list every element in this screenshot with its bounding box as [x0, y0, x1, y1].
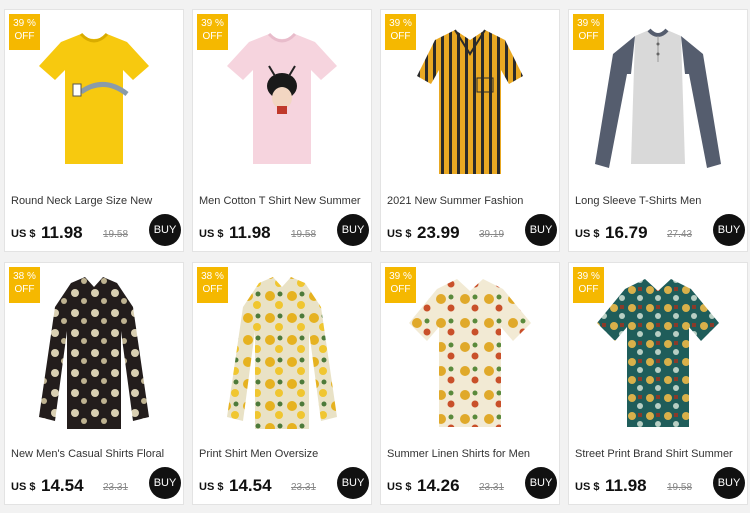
current-price: 11.98: [229, 223, 271, 242]
product-grid: 39 % OFF Round Neck Large Size New US $ …: [0, 0, 750, 513]
original-price: 23.31: [291, 482, 317, 493]
buy-button[interactable]: BUY: [525, 214, 557, 246]
discount-off: OFF: [390, 31, 411, 42]
current-price: 14.54: [229, 476, 272, 495]
discount-number: 39: [389, 271, 401, 282]
discount-off: OFF: [202, 31, 223, 42]
currency-label: US $: [199, 481, 224, 493]
discount-badge: 39 % OFF: [385, 14, 416, 50]
buy-button[interactable]: BUY: [337, 214, 369, 246]
product-title[interactable]: Print Shirt Men Oversize: [199, 448, 371, 460]
buy-button[interactable]: BUY: [149, 214, 181, 246]
discount-unit: %: [591, 18, 600, 29]
product-title[interactable]: New Men's Casual Shirts Floral: [11, 448, 183, 460]
product-title[interactable]: Men Cotton T Shirt New Summer: [199, 195, 371, 207]
buy-button[interactable]: BUY: [525, 467, 557, 499]
buy-button[interactable]: BUY: [337, 467, 369, 499]
price-row: US $ 16.79 27.43 BUY: [575, 214, 745, 246]
buy-button[interactable]: BUY: [713, 467, 745, 499]
currency-label: US $: [11, 228, 36, 240]
discount-badge: 39 % OFF: [573, 14, 604, 50]
price-row: US $ 11.98 19.58 BUY: [199, 214, 369, 246]
original-price: 19.58: [103, 229, 129, 240]
product-card[interactable]: 38 % OFF New Men's Casual Shirts Floral …: [4, 262, 184, 505]
currency-label: US $: [387, 481, 412, 493]
discount-percent: 39 %: [197, 17, 228, 30]
original-price: 19.58: [667, 482, 693, 493]
discount-percent: 39 %: [573, 270, 604, 283]
discount-unit: %: [403, 271, 412, 282]
buy-button[interactable]: BUY: [713, 214, 745, 246]
price-row: US $ 14.54 23.31 BUY: [199, 467, 369, 499]
product-card[interactable]: 39 % OFF Street Print Brand Shirt Summer…: [568, 262, 748, 505]
product-card[interactable]: 38 % OFF Print Shirt Men Oversize US $ 1…: [192, 262, 372, 505]
price-row: US $ 23.99 39.19 BUY: [387, 214, 557, 246]
discount-percent: 39 %: [573, 17, 604, 30]
discount-number: 38: [201, 271, 213, 282]
product-card[interactable]: 39 % OFF Men Cotton T Shirt New Summer U…: [192, 9, 372, 252]
current-price: 14.54: [41, 476, 84, 495]
currency-label: US $: [199, 228, 224, 240]
discount-unit: %: [215, 18, 224, 29]
currency-label: US $: [11, 481, 36, 493]
discount-badge: 38 % OFF: [197, 267, 228, 303]
current-price: 11.98: [41, 223, 83, 242]
discount-off: OFF: [578, 284, 599, 295]
currency-label: US $: [387, 228, 412, 240]
current-price: 14.26: [417, 476, 460, 495]
discount-percent: 39 %: [385, 17, 416, 30]
discount-number: 39: [577, 271, 589, 282]
product-card[interactable]: 39 % OFF Round Neck Large Size New US $ …: [4, 9, 184, 252]
discount-off: OFF: [202, 284, 223, 295]
discount-badge: 39 % OFF: [385, 267, 416, 303]
discount-off: OFF: [14, 284, 35, 295]
discount-number: 38: [13, 271, 25, 282]
product-card[interactable]: 39 % OFF Long Sleeve T-Shirts Men US $ 1…: [568, 9, 748, 252]
product-title[interactable]: Summer Linen Shirts for Men: [387, 448, 559, 460]
discount-off: OFF: [390, 284, 411, 295]
discount-badge: 39 % OFF: [197, 14, 228, 50]
current-price: 16.79: [605, 223, 648, 242]
discount-off: OFF: [14, 31, 35, 42]
current-price: 23.99: [417, 223, 460, 242]
discount-percent: 39 %: [385, 270, 416, 283]
product-card[interactable]: 39 % OFF Summer Linen Shirts for Men US …: [380, 262, 560, 505]
discount-percent: 38 %: [9, 270, 40, 283]
discount-unit: %: [591, 271, 600, 282]
discount-off: OFF: [578, 31, 599, 42]
product-title[interactable]: Street Print Brand Shirt Summer: [575, 448, 747, 460]
product-title[interactable]: Round Neck Large Size New: [11, 195, 183, 207]
price-row: US $ 11.98 19.58 BUY: [575, 467, 745, 499]
discount-badge: 39 % OFF: [9, 14, 40, 50]
discount-number: 39: [13, 18, 25, 29]
price-row: US $ 14.54 23.31 BUY: [11, 467, 181, 499]
product-title[interactable]: Long Sleeve T-Shirts Men: [575, 195, 747, 207]
discount-unit: %: [215, 271, 224, 282]
discount-percent: 39 %: [9, 17, 40, 30]
original-price: 27.43: [667, 229, 693, 240]
buy-button[interactable]: BUY: [149, 467, 181, 499]
product-card[interactable]: 39 % OFF 2021 New Summer Fashion US $ 23…: [380, 9, 560, 252]
currency-label: US $: [575, 228, 600, 240]
original-price: 23.31: [103, 482, 129, 493]
currency-label: US $: [575, 481, 600, 493]
discount-unit: %: [27, 18, 36, 29]
discount-badge: 38 % OFF: [9, 267, 40, 303]
price-row: US $ 11.98 19.58 BUY: [11, 214, 181, 246]
original-price: 23.31: [479, 482, 505, 493]
original-price: 39.19: [479, 229, 505, 240]
discount-unit: %: [403, 18, 412, 29]
discount-unit: %: [27, 271, 36, 282]
current-price: 11.98: [605, 476, 647, 495]
discount-badge: 39 % OFF: [573, 267, 604, 303]
discount-percent: 38 %: [197, 270, 228, 283]
discount-number: 39: [577, 18, 589, 29]
price-row: US $ 14.26 23.31 BUY: [387, 467, 557, 499]
original-price: 19.58: [291, 229, 317, 240]
discount-number: 39: [201, 18, 213, 29]
discount-number: 39: [389, 18, 401, 29]
product-title[interactable]: 2021 New Summer Fashion: [387, 195, 559, 207]
